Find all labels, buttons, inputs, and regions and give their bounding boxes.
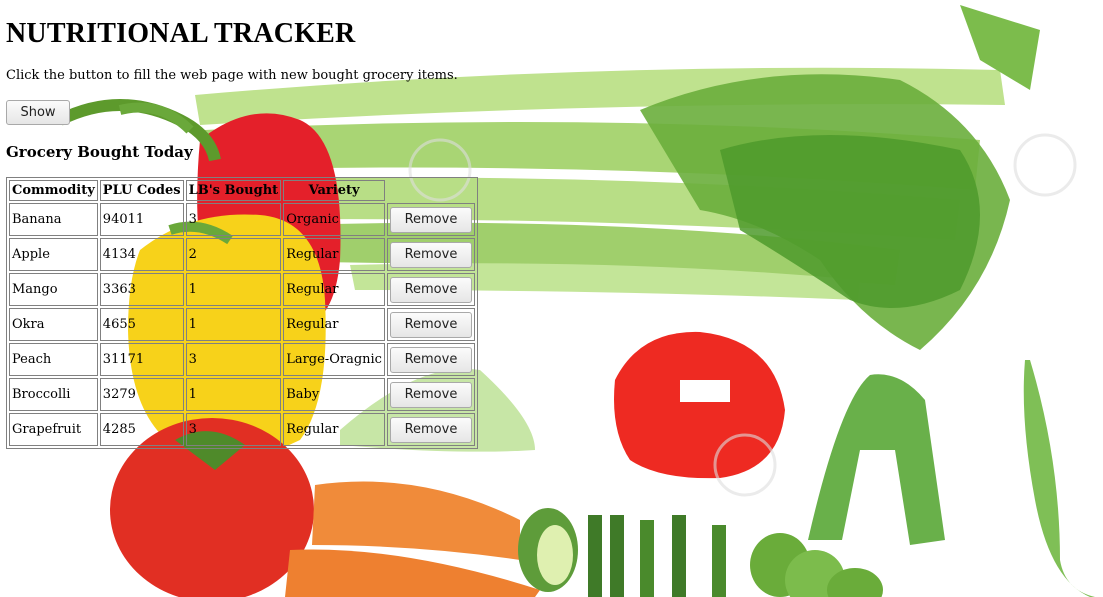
cell-action: Remove	[386, 378, 475, 411]
cell-variety: Large-Oragnic	[283, 343, 385, 376]
cell-action: Remove	[386, 343, 475, 376]
header-plu-codes: PLU Codes	[99, 180, 184, 201]
remove-button[interactable]: Remove	[389, 346, 472, 373]
cell-variety: Baby	[283, 378, 385, 411]
table-row: Okra 4655 1 Regular Remove	[9, 308, 475, 341]
cell-variety: Regular	[283, 308, 385, 341]
cell-variety: Regular	[283, 238, 385, 271]
cell-action: Remove	[386, 238, 475, 271]
page-content: NUTRITIONAL TRACKER Click the button to …	[0, 0, 1103, 597]
cell-commodity: Okra	[9, 308, 98, 341]
header-commodity: Commodity	[9, 180, 98, 201]
cell-action: Remove	[386, 203, 475, 236]
remove-button[interactable]: Remove	[389, 276, 472, 303]
cell-action: Remove	[386, 273, 475, 306]
cell-plu-code: 4134	[99, 238, 184, 271]
cell-plu-code: 4285	[99, 413, 184, 446]
header-action	[387, 180, 475, 201]
remove-button[interactable]: Remove	[389, 416, 472, 443]
cell-plu-code: 31171	[99, 343, 184, 376]
cell-action: Remove	[386, 413, 475, 446]
cell-commodity: Banana	[9, 203, 98, 236]
remove-button[interactable]: Remove	[389, 206, 472, 233]
cell-commodity: Grapefruit	[9, 413, 98, 446]
table-row: Broccolli 3279 1 Baby Remove	[9, 378, 475, 411]
remove-button[interactable]: Remove	[389, 241, 472, 268]
cell-commodity: Peach	[9, 343, 98, 376]
cell-commodity: Apple	[9, 238, 98, 271]
table-header-row: Commodity PLU Codes LB's Bought Variety	[9, 180, 475, 201]
cell-variety: Regular	[283, 413, 385, 446]
remove-button[interactable]: Remove	[389, 381, 472, 408]
table-row: Apple 4134 2 Regular Remove	[9, 238, 475, 271]
table-row: Banana 94011 3 Organic Remove	[9, 203, 475, 236]
cell-lbs-bought: 2	[185, 238, 282, 271]
section-heading: Grocery Bought Today	[6, 143, 193, 161]
table-row: Grapefruit 4285 3 Regular Remove	[9, 413, 475, 446]
cell-variety: Regular	[283, 273, 385, 306]
table-row: Peach 31171 3 Large-Oragnic Remove	[9, 343, 475, 376]
cell-action: Remove	[386, 308, 475, 341]
cell-lbs-bought: 3	[185, 203, 282, 236]
page-title: NUTRITIONAL TRACKER	[6, 18, 356, 49]
show-button[interactable]: Show	[6, 100, 70, 125]
cell-plu-code: 4655	[99, 308, 184, 341]
intro-text: Click the button to fill the web page wi…	[6, 68, 458, 83]
cell-lbs-bought: 1	[185, 308, 282, 341]
cell-plu-code: 94011	[99, 203, 184, 236]
grocery-table: Commodity PLU Codes LB's Bought Variety …	[6, 177, 478, 449]
cell-commodity: Mango	[9, 273, 98, 306]
cell-lbs-bought: 1	[185, 378, 282, 411]
cell-plu-code: 3279	[99, 378, 184, 411]
cell-variety: Organic	[283, 203, 385, 236]
header-variety: Variety	[283, 180, 385, 201]
cell-plu-code: 3363	[99, 273, 184, 306]
cell-commodity: Broccolli	[9, 378, 98, 411]
header-lbs-bought: LB's Bought	[185, 180, 282, 201]
remove-button[interactable]: Remove	[389, 311, 472, 338]
cell-lbs-bought: 3	[185, 343, 282, 376]
cell-lbs-bought: 1	[185, 273, 282, 306]
table-row: Mango 3363 1 Regular Remove	[9, 273, 475, 306]
cell-lbs-bought: 3	[185, 413, 282, 446]
